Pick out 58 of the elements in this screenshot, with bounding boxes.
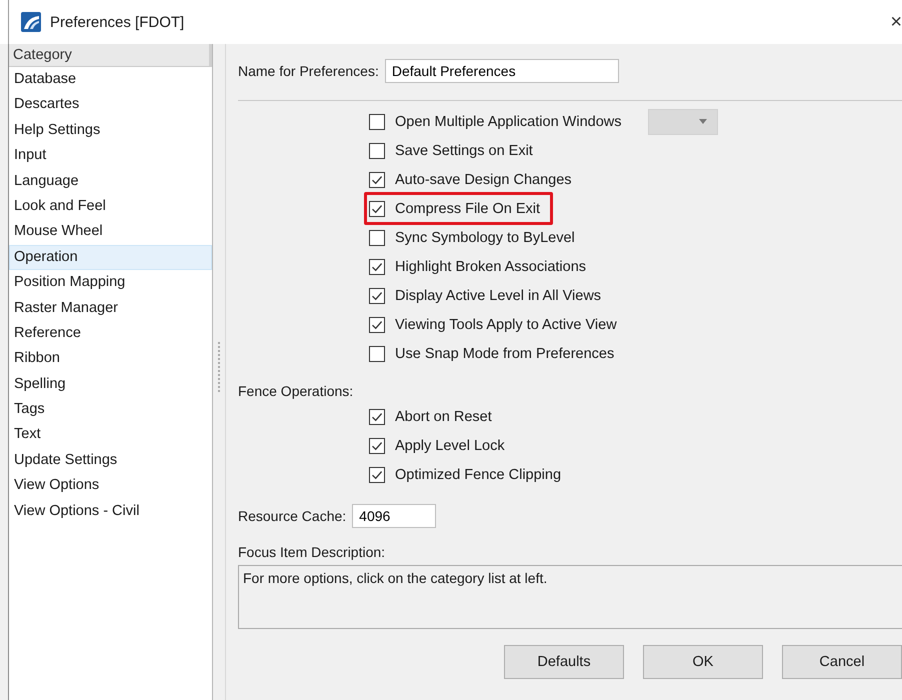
checkbox[interactable] [369,466,385,482]
option-label[interactable]: Compress File On Exit [395,200,540,216]
category-item[interactable]: Database [9,67,212,92]
category-item[interactable]: Operation [9,244,212,270]
app-logo-icon [21,12,41,32]
option-label[interactable]: Use Snap Mode from Preferences [395,346,614,362]
dialog-button[interactable]: Cancel [782,645,902,679]
description-text: For more options, click on the category list at left. [243,570,548,586]
checkbox[interactable] [369,258,385,274]
option-label[interactable]: Sync Symbology to ByLevel [395,230,575,246]
field-label: Resource Cache: [238,508,346,524]
category-item[interactable]: Tags [9,397,212,422]
checkbox[interactable] [369,316,385,332]
category-item[interactable]: Position Mapping [9,270,212,296]
category-item[interactable]: View Options - Civil [9,498,212,524]
option-label[interactable]: Optimized Fence Clipping [395,466,562,482]
option-label[interactable]: Highlight Broken Associations [395,258,586,274]
option-label[interactable]: Save Settings on Exit [395,142,533,158]
option-label[interactable]: Open Multiple Application Windows [395,114,622,130]
checkbox[interactable] [369,114,385,130]
option-label[interactable]: Auto-save Design Changes [395,172,572,188]
field-label: Name for Preferences: [238,63,379,79]
section-label: Focus Item Description: [238,543,386,562]
checkbox[interactable] [369,438,385,454]
category-item[interactable]: Language [9,168,212,194]
caret-icon [699,119,708,124]
checkbox[interactable] [369,408,385,424]
option-label[interactable]: Viewing Tools Apply to Active View [395,316,617,332]
dialog-button[interactable]: OK [643,645,763,679]
category-list[interactable] [8,44,213,700]
category-item[interactable]: Descartes [9,92,212,118]
checkbox[interactable] [369,288,385,304]
category-item[interactable]: Text [9,422,212,448]
option-label[interactable]: Abort on Reset [395,408,492,424]
category-item[interactable]: Ribbon [9,346,212,372]
close-button[interactable]: × [884,10,902,34]
checkbox[interactable] [369,346,385,362]
category-item[interactable]: Input [9,143,212,169]
checkbox[interactable] [369,200,385,216]
option-label[interactable]: Apply Level Lock [395,438,505,454]
checkbox[interactable] [369,230,385,246]
category-item[interactable]: Raster Manager [9,296,212,321]
checkbox[interactable] [369,142,385,158]
category-item[interactable]: Help Settings [9,118,212,144]
category-item[interactable]: Look and Feel [9,194,212,220]
checkbox[interactable] [369,172,385,188]
dialog-button[interactable]: Defaults [504,645,624,679]
category-item[interactable]: Reference [9,320,212,346]
category-item[interactable]: Update Settings [9,448,212,474]
option-label[interactable]: Display Active Level in All Views [395,288,602,304]
category-item[interactable]: Mouse Wheel [9,219,212,245]
category-item[interactable]: Spelling [9,372,212,398]
category-item[interactable]: View Options [9,473,212,499]
resource-cache-field[interactable]: 4096 [352,504,436,528]
window-title: Preferences [FDOT] [50,14,184,30]
column-header: Category [9,44,212,67]
section-label: Fence Operations: [238,382,354,401]
name-field[interactable]: Default Preferences [384,59,619,83]
